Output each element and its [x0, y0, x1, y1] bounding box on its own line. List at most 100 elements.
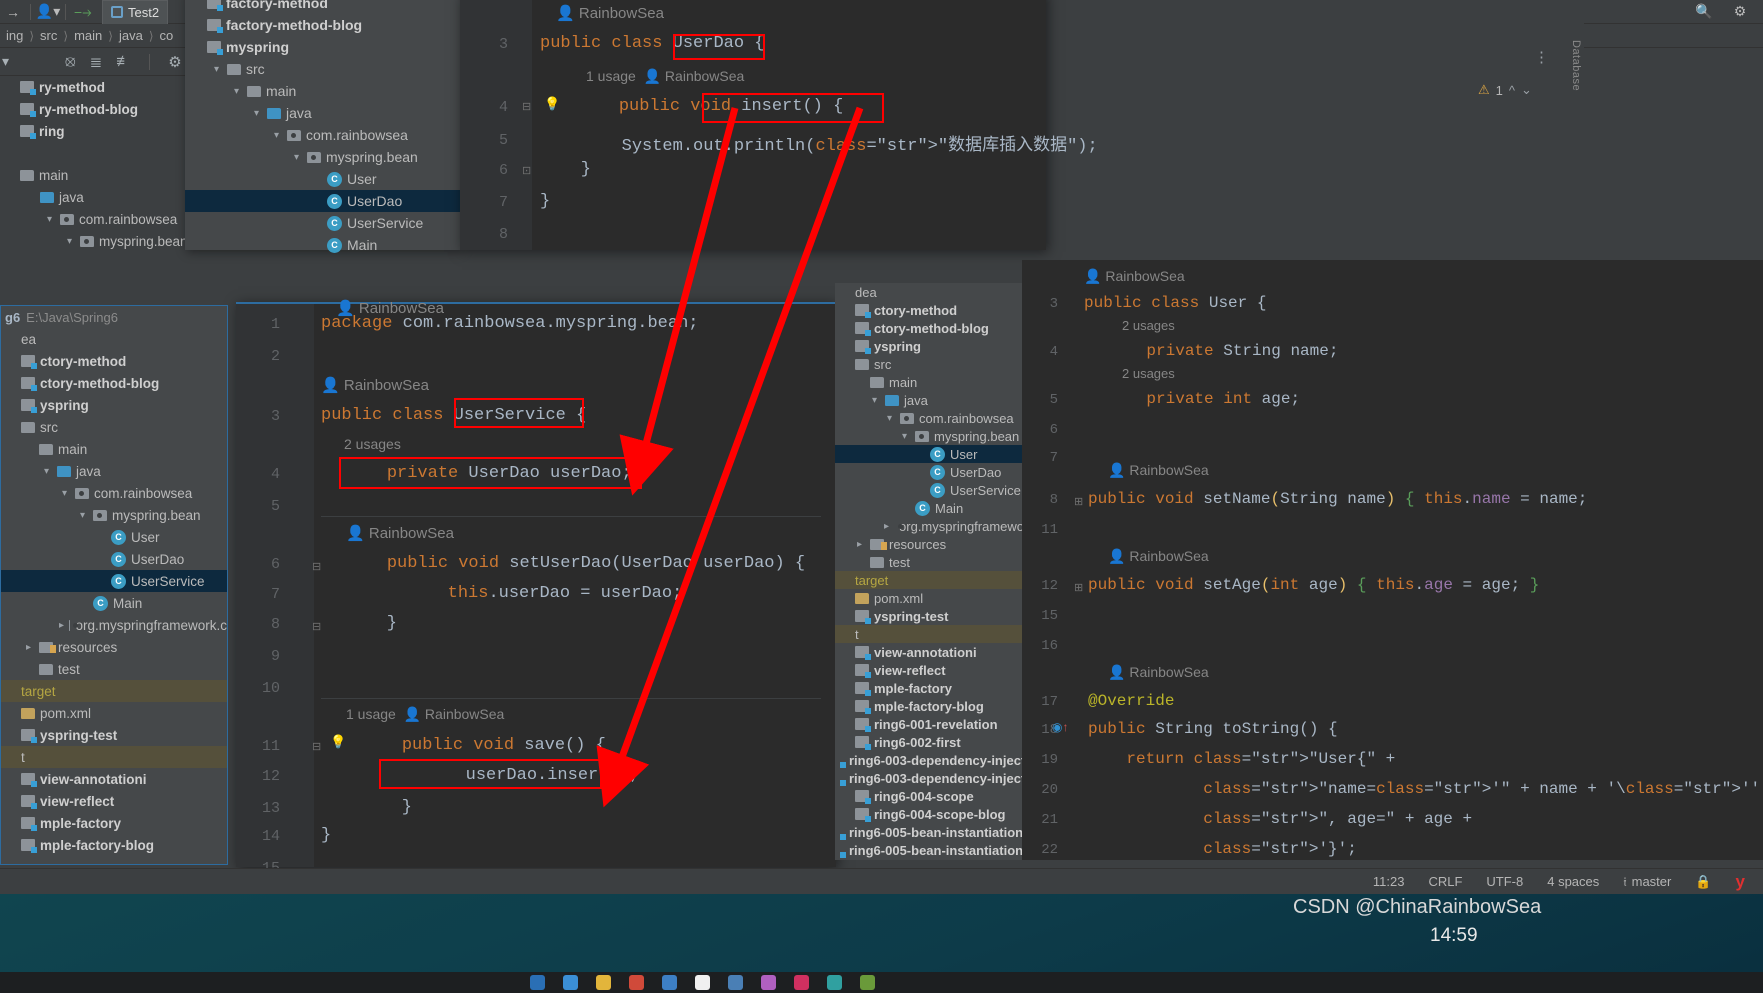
chevron-down-icon[interactable]: ▾	[291, 152, 302, 163]
chevron-down-icon[interactable]: ▾	[869, 395, 880, 406]
hammer-icon[interactable]: ⤍	[70, 1, 96, 23]
tree-item-factory-method[interactable]: factory-method	[185, 0, 460, 14]
tree-item-myspring-bean[interactable]: ▾ myspring.bean	[185, 146, 460, 168]
code-line[interactable]: class="str">"name=class="str">'" + name …	[1088, 780, 1763, 798]
tree-item-user[interactable]: C User	[185, 168, 460, 190]
user-dropdown-icon[interactable]: 👤▾	[35, 1, 61, 23]
code-line[interactable]: }	[321, 826, 331, 845]
tree-item-user[interactable]: C User	[1, 526, 227, 548]
tree-item-view-reflect[interactable]: view-reflect	[835, 661, 1022, 679]
tree-item-com-rainbowsea[interactable]: ▾ com.rainbowsea	[835, 409, 1022, 427]
lock-icon[interactable]: 🔒	[1685, 874, 1721, 890]
usage-hint[interactable]: 2 usages	[344, 436, 401, 452]
editor-userdao[interactable]: 👤 RainbowSea 3 public class UserDao {1 usa…	[460, 0, 1098, 250]
breadcrumb-item[interactable]: java	[115, 28, 147, 43]
code-line[interactable]: @Override	[1088, 692, 1174, 710]
tree-item-src[interactable]: src	[835, 355, 1022, 373]
inlay-hint[interactable]: 👤 RainbowSea	[321, 376, 429, 394]
taskbar-icon-2[interactable]	[563, 975, 578, 990]
breadcrumb-item[interactable]: ing	[2, 28, 27, 43]
tree-item-src[interactable]: ▾ src	[185, 58, 460, 80]
tree-item-main[interactable]: main	[1, 438, 227, 460]
tree-item-java[interactable]: ▾ java	[1, 460, 227, 482]
chevron-down-icon[interactable]: ▾	[41, 466, 52, 477]
breadcrumb-item[interactable]: src	[36, 28, 61, 43]
override-marker-icon[interactable]: ◉↑	[1052, 720, 1068, 734]
git-branch-widget[interactable]: 𝔦 master	[1613, 874, 1681, 890]
locate-icon[interactable]: ⦻	[65, 53, 76, 71]
tree-item-ring6-004-scope[interactable]: ring6-004-scope	[835, 787, 1022, 805]
tree-item-org-myspringframework-c[interactable]: ▸ org.myspringframework.c	[835, 517, 1045, 535]
chevron-down-icon[interactable]: ▾	[251, 108, 262, 119]
tree-item-ring6-003-dependency-injection-b[interactable]: ring6-003-dependency-injection-b	[835, 769, 1057, 787]
code-line[interactable]: package com.rainbowsea.myspring.bean;	[321, 314, 698, 333]
tree-item-main[interactable]: main	[835, 373, 1022, 391]
usage-hint[interactable]: 2 usages	[1122, 318, 1175, 333]
tree-item-main[interactable]: C Main	[185, 234, 460, 256]
breadcrumb-item[interactable]: co	[156, 28, 178, 43]
tree-item-mple-factory[interactable]: mple-factory	[1, 812, 227, 834]
chevron-down-icon[interactable]: ▾	[2, 53, 9, 70]
intention-bulb-icon[interactable]: 💡	[544, 96, 560, 112]
editor-userservice[interactable]: 👤 RainbowSea 1 package com.rainbowsea.mysp…	[236, 300, 836, 877]
code-line[interactable]: }	[540, 192, 550, 211]
inspection-widget[interactable]: ⚠ 1 ^ ⌄	[1478, 82, 1532, 98]
fold-marker-icon[interactable]: ⊟	[312, 620, 321, 633]
file-encoding[interactable]: UTF-8	[1476, 874, 1533, 889]
code-line[interactable]: class="str">'}';	[1088, 840, 1357, 858]
database-tool-label[interactable]: Database	[1570, 40, 1582, 91]
tree-item-test[interactable]: test	[835, 553, 1022, 571]
tree-item-java[interactable]: ▾ java	[185, 102, 460, 124]
tree-item-userservice[interactable]: C UserService	[1, 570, 227, 592]
tree-item-myspring-bean[interactable]: ▾ myspring.bean	[835, 427, 1022, 445]
tree-item-com-rainbowsea[interactable]: ▾ com.rainbowsea	[185, 124, 460, 146]
code-line[interactable]: public void setUserDao(UserDao userDao) …	[346, 554, 805, 573]
tree-item-com-rainbowsea[interactable]: ▾ com.rainbowsea	[1, 482, 227, 504]
chevron-down-icon[interactable]: ▾	[211, 64, 222, 75]
code-line[interactable]: private String name;	[1108, 342, 1338, 360]
chevron-up-icon[interactable]: ^	[1509, 83, 1515, 98]
tree-item-t[interactable]: t	[835, 625, 1022, 643]
taskbar-icon-1[interactable]	[530, 975, 545, 990]
tree-item-main[interactable]: C Main	[1, 592, 227, 614]
tree-item-yspring[interactable]: yspring	[1, 394, 227, 416]
tree-item-ctory-method[interactable]: ctory-method	[1, 350, 227, 372]
fold-marker-icon[interactable]: ⊞	[1074, 495, 1083, 508]
inlay-hint[interactable]: 👤 RainbowSea	[1108, 664, 1209, 681]
forward-arrow-icon[interactable]: →	[0, 1, 26, 23]
breadcrumb-item[interactable]: main	[70, 28, 106, 43]
inlay-hint[interactable]: 👤 RainbowSea	[346, 524, 454, 542]
tree-item-ring6-005-bean-instantiation-blog[interactable]: ring6-005-bean-instantiation-blog	[835, 841, 1055, 859]
inlay-hint[interactable]: 👤 RainbowSea	[1084, 268, 1185, 285]
tree-item-mple-factory[interactable]: mple-factory	[835, 679, 1022, 697]
taskbar-icon-6[interactable]	[695, 975, 710, 990]
code-line[interactable]: }	[361, 798, 412, 817]
fold-marker-icon[interactable]: ⊟	[522, 100, 531, 113]
tree-item-yspring-test[interactable]: yspring-test	[835, 607, 1022, 625]
chevron-down-icon[interactable]: ▾	[64, 236, 75, 247]
tree-item-mple-factory-blog[interactable]: mple-factory-blog	[1, 834, 227, 856]
inlay-hint[interactable]: 1 usage 👤 RainbowSea	[586, 68, 744, 85]
fold-marker-icon[interactable]: ⊟	[312, 740, 321, 753]
code-line[interactable]: public class UserService {	[321, 406, 586, 425]
tree-item-myspring-bean[interactable]: ▾ myspring.bean	[1, 504, 227, 526]
indent-setting[interactable]: 4 spaces	[1537, 874, 1609, 889]
taskbar-icon-7[interactable]	[728, 975, 743, 990]
tree-item-ea[interactable]: ea	[1, 328, 227, 350]
fold-marker-icon[interactable]: ⊞	[1074, 581, 1083, 594]
tree-item-ring6-005-bean-instantiation[interactable]: ring6-005-bean-instantiation	[835, 823, 1023, 841]
tree-item-myspring[interactable]: myspring	[185, 36, 460, 58]
tree-item-ring6-002-first[interactable]: ring6-002-first	[835, 733, 1022, 751]
taskbar-icon-8[interactable]	[761, 975, 776, 990]
tree-item-view-annotationi[interactable]: view-annotationi	[835, 643, 1022, 661]
taskbar-icon-4[interactable]	[629, 975, 644, 990]
tree-item-userservice[interactable]: C UserService	[185, 212, 460, 234]
chevron-down-icon[interactable]: ▾	[899, 431, 910, 442]
tree-item-factory-method-blog[interactable]: factory-method-blog	[185, 14, 460, 36]
code-line[interactable]: private UserDao userDao;	[346, 464, 632, 483]
code-line[interactable]: private int age;	[1108, 390, 1300, 408]
tree-item-t[interactable]: t	[1, 746, 227, 768]
chevron-down-icon[interactable]: ▾	[271, 130, 282, 141]
tree-item-pom-xml[interactable]: pom.xml	[835, 589, 1022, 607]
tree-item-main[interactable]: C Main	[835, 499, 1022, 517]
